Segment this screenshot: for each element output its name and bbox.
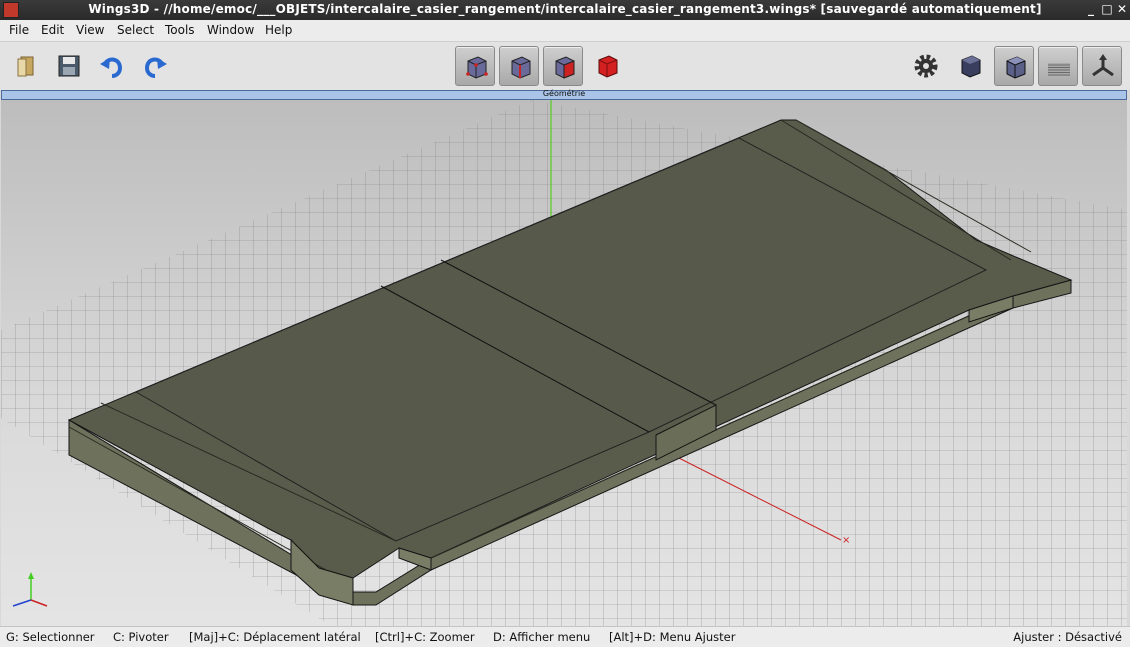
menu-view[interactable]: View	[76, 23, 104, 37]
flat-shaded-icon	[1006, 56, 1026, 79]
undo-button[interactable]	[92, 46, 132, 86]
toolbar	[0, 42, 1130, 90]
status-adjust-state: Ajuster : Désactivé	[1013, 630, 1122, 644]
open-button[interactable]	[6, 46, 46, 86]
geometry-viewport[interactable]: ×	[1, 100, 1127, 626]
save-button[interactable]	[49, 46, 89, 86]
smooth-shaded-icon	[961, 55, 981, 78]
status-hint-pan: [Maj]+C: Déplacement latéral	[189, 630, 361, 644]
body-mode-icon	[598, 55, 618, 78]
edge-mode-button[interactable]	[499, 46, 539, 86]
face-mode-button[interactable]	[543, 46, 583, 86]
viewport-header: Géométrie	[1, 89, 1127, 100]
menu-tools[interactable]: Tools	[165, 23, 195, 37]
orientation-gizmo	[12, 572, 48, 607]
edge-mode-icon	[511, 56, 531, 79]
status-hint-adjust-menu: [Alt]+D: Menu Ajuster	[609, 630, 736, 644]
menu-file[interactable]: File	[9, 23, 29, 37]
minimize-button[interactable]: _	[1083, 1, 1099, 17]
menu-edit[interactable]: Edit	[41, 23, 64, 37]
scene-canvas: ×	[1, 100, 1127, 626]
groundplane-toggle-icon	[1048, 63, 1070, 76]
preferences-button[interactable]	[906, 46, 946, 86]
smooth-shading-button[interactable]	[950, 46, 990, 86]
menu-window[interactable]: Window	[207, 23, 254, 37]
face-mode-icon	[555, 56, 575, 79]
window-titlebar: Wings3D - //home/emoc/___OBJETS/intercal…	[0, 0, 1130, 20]
statusbar: G: Selectionner C: Pivoter [Maj]+C: Dépl…	[0, 626, 1130, 647]
close-button[interactable]: ✕	[1114, 1, 1130, 17]
body-mode-button[interactable]	[587, 46, 627, 86]
undo-icon	[100, 57, 123, 78]
status-hint-rotate: C: Pivoter	[113, 630, 169, 644]
save-icon	[58, 55, 80, 77]
status-hint-zoom: [Ctrl]+C: Zoomer	[375, 630, 475, 644]
window-title: Wings3D - //home/emoc/___OBJETS/intercal…	[88, 2, 1042, 16]
menu-help[interactable]: Help	[265, 23, 292, 37]
groundplane-button[interactable]	[1038, 46, 1078, 86]
orthogonal-axes-icon	[1092, 54, 1114, 77]
menu-select[interactable]: Select	[117, 23, 154, 37]
open-icon	[17, 56, 34, 77]
x-axis-marker-icon: ×	[842, 535, 850, 546]
viewport-title: Géométrie	[542, 89, 586, 98]
flat-shading-button[interactable]	[994, 46, 1034, 86]
redo-button[interactable]	[135, 46, 175, 86]
vertex-mode-icon	[466, 56, 488, 79]
maximize-button[interactable]: □	[1099, 1, 1115, 17]
preferences-gear-icon	[914, 54, 938, 78]
status-hint-menu: D: Afficher menu	[493, 630, 591, 644]
axes-button[interactable]	[1082, 46, 1122, 86]
status-hint-select: G: Selectionner	[6, 630, 95, 644]
redo-icon	[144, 57, 167, 78]
vertex-mode-button[interactable]	[455, 46, 495, 86]
menubar: File Edit View Select Tools Window Help	[0, 20, 1130, 42]
